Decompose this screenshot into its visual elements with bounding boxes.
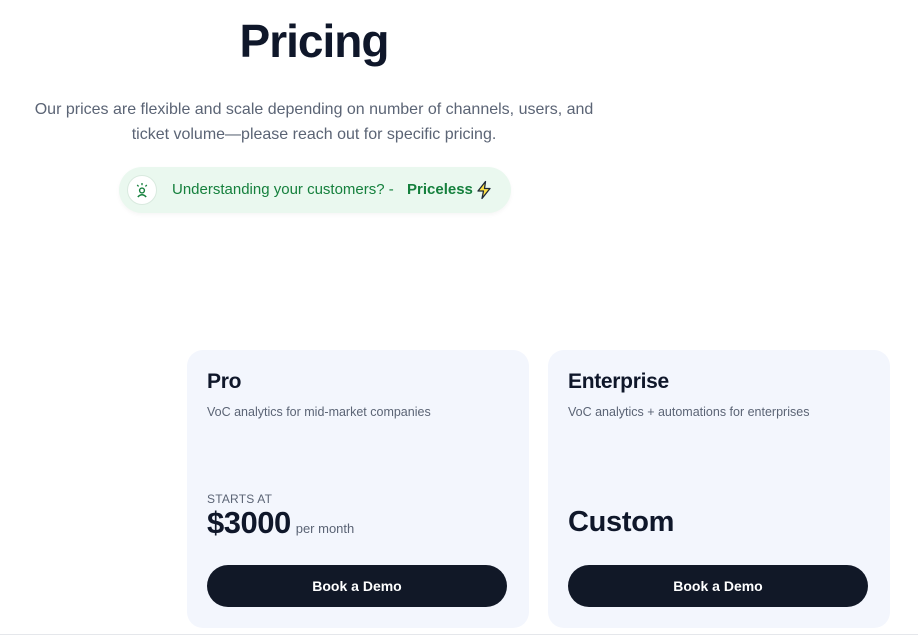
plan-description: VoC analytics + automations for enterpri… <box>568 405 810 419</box>
priceless-banner: Understanding your customers? - Priceles… <box>119 167 511 213</box>
plan-card-pro: Pro VoC analytics for mid-market compani… <box>187 350 529 628</box>
subtitle-line-2: ticket volume—please reach out for speci… <box>131 126 497 143</box>
book-demo-button-enterprise[interactable]: Book a Demo <box>568 565 868 607</box>
plan-card-enterprise: Enterprise VoC analytics + automations f… <box>548 350 890 628</box>
plan-price: $3000 <box>207 505 291 540</box>
plan-price: Custom <box>568 506 675 538</box>
banner-highlight: Priceless <box>407 181 473 198</box>
price-suffix: per month <box>295 521 355 536</box>
page-title: Pricing <box>239 15 390 67</box>
book-demo-button-pro[interactable]: Book a Demo <box>207 565 507 607</box>
pricing-page: Pricing Our prices are flexible and scal… <box>0 0 918 637</box>
plan-description: VoC analytics for mid-market companies <box>207 405 431 419</box>
divider <box>0 634 918 635</box>
page-subtitle: Our prices are flexible and scale depend… <box>6 97 622 147</box>
price-prefix: STARTS AT <box>207 492 273 506</box>
lightning-bolt-icon <box>475 180 493 200</box>
price-row: $3000 per month <box>207 505 354 541</box>
subtitle-line-1: Our prices are flexible and scale depend… <box>34 101 594 118</box>
plan-name: Enterprise <box>568 370 669 393</box>
person-idea-icon <box>127 175 157 205</box>
banner-text: Understanding your customers? - <box>172 181 394 198</box>
plan-name: Pro <box>207 370 242 393</box>
